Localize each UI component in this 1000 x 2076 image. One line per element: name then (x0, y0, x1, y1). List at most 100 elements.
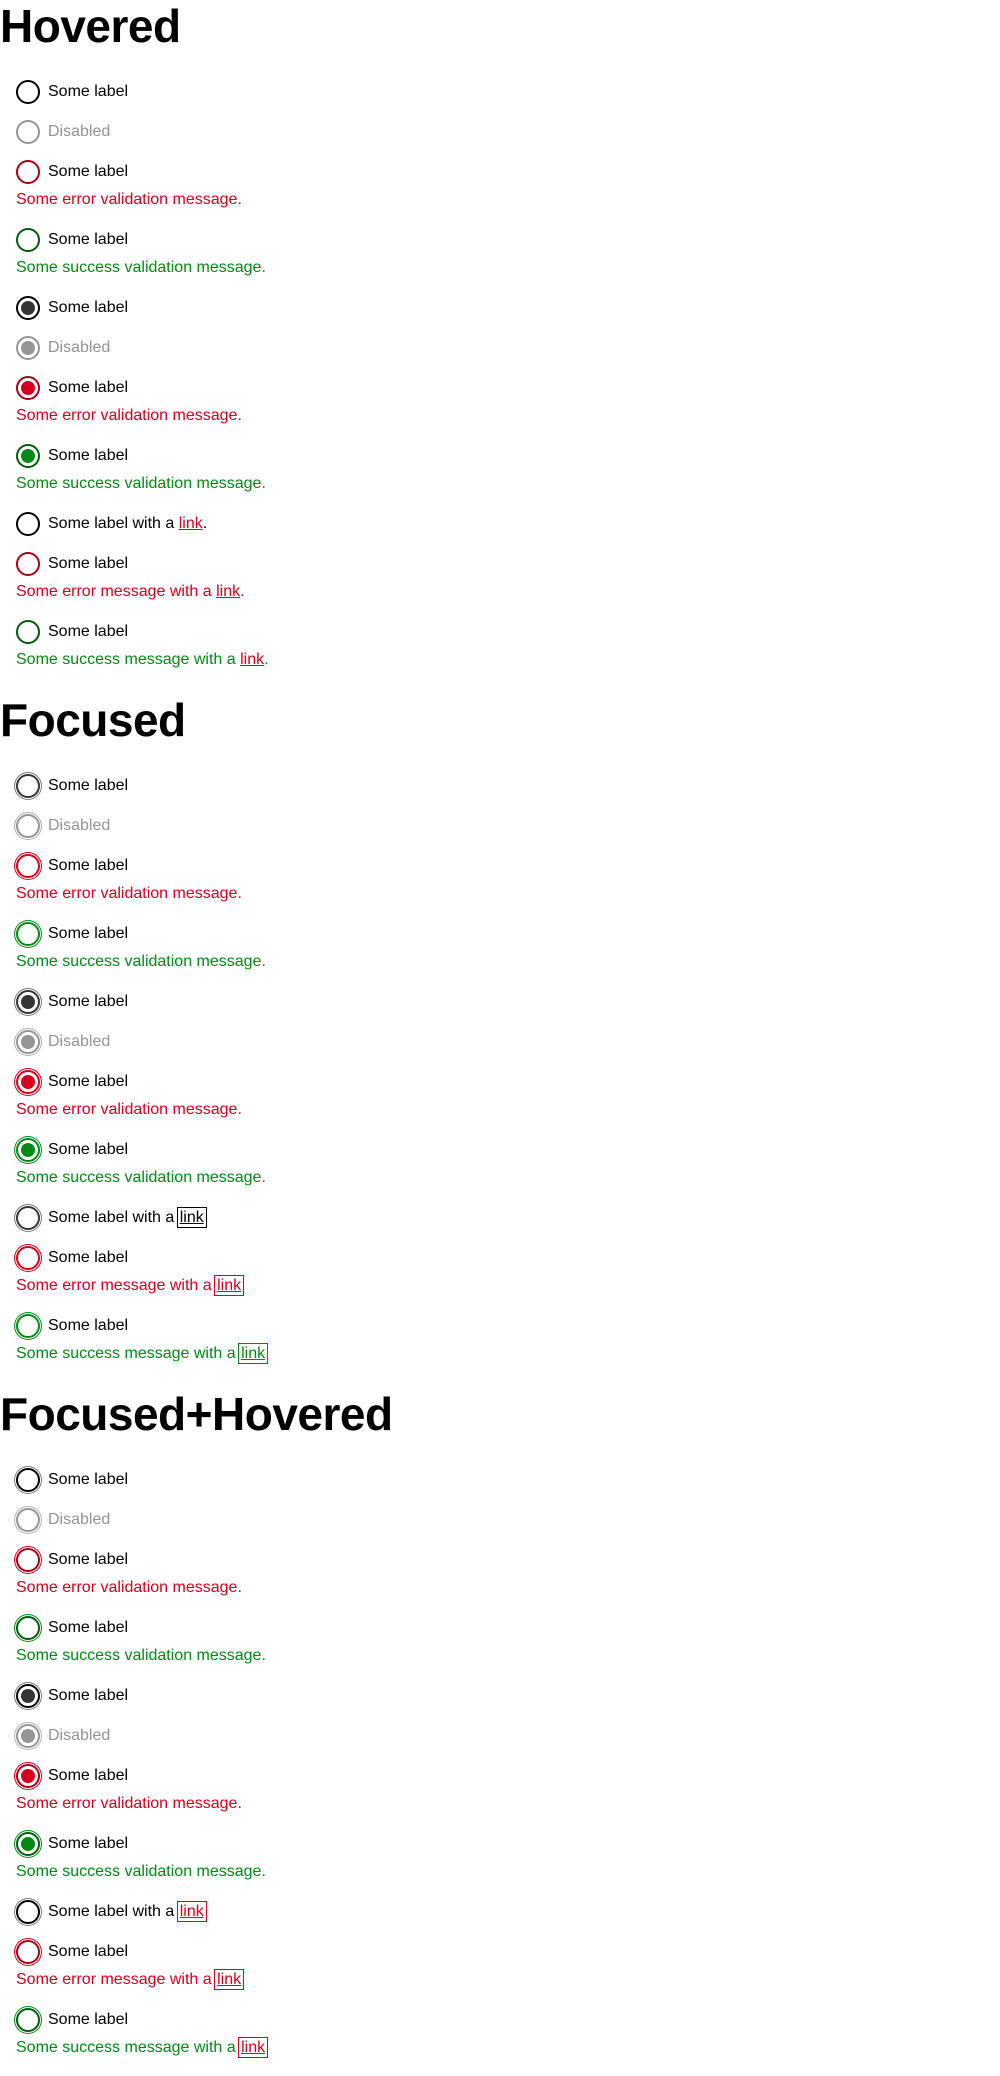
inline-link[interactable]: link (214, 1969, 245, 1990)
radio-button[interactable] (16, 444, 40, 468)
radio-button[interactable] (16, 1070, 40, 1094)
radio-label: Some label (48, 993, 129, 1010)
radio-button[interactable] (16, 296, 40, 320)
radio-button[interactable] (16, 552, 40, 576)
radio-label: Disabled (48, 123, 111, 140)
radio-row-with-link[interactable]: Some label with a link (16, 1206, 1000, 1230)
radio-row-success-link[interactable]: Some label (16, 620, 1000, 644)
radio-label: Some label (48, 231, 129, 248)
success-message: Some success message with a link. (16, 648, 1000, 672)
section-focused: Focused Some label Disabled Some label S… (0, 694, 1000, 1366)
radio-label: Some label with a link (48, 1206, 207, 1230)
radio-row[interactable]: Some label (16, 80, 1000, 104)
radio-row-with-link[interactable]: Some label with a link (16, 1900, 1000, 1924)
radio-button[interactable] (16, 620, 40, 644)
radio-row[interactable]: Some label (16, 1468, 1000, 1492)
radio-button[interactable] (16, 1206, 40, 1230)
inline-link[interactable]: link (216, 583, 240, 600)
error-message: Some error validation message. (16, 407, 242, 424)
radio-label: Some label (48, 379, 129, 396)
message-text: Some success message with a (16, 651, 241, 668)
radio-row-checked-error[interactable]: Some label (16, 1764, 1000, 1788)
label-text: Some label with a (48, 1209, 179, 1226)
radio-row-checked[interactable]: Some label (16, 990, 1000, 1014)
radio-row-checked-success[interactable]: Some label (16, 1138, 1000, 1162)
error-message: Some error message with a link (16, 1968, 1000, 1992)
radio-row-checked[interactable]: Some label (16, 1684, 1000, 1708)
radio-button[interactable] (16, 1900, 40, 1924)
radio-label: Some label (48, 1471, 129, 1488)
message-text: Some error message with a (16, 1971, 217, 1988)
radio-label: Disabled (48, 1033, 111, 1050)
period: . (202, 515, 208, 532)
inline-link[interactable]: link (179, 515, 203, 532)
radio-button[interactable] (16, 1832, 40, 1856)
radio-button[interactable] (16, 1684, 40, 1708)
error-message: Some error validation message. (16, 1795, 242, 1812)
radio-button (16, 1724, 40, 1748)
inline-link[interactable]: link (176, 1207, 207, 1228)
radio-row-success[interactable]: Some label (16, 228, 1000, 252)
success-message: Some success validation message. (16, 1863, 266, 1880)
radio-button[interactable] (16, 774, 40, 798)
radio-button[interactable] (16, 2008, 40, 2032)
radio-button[interactable] (16, 160, 40, 184)
radio-button[interactable] (16, 1548, 40, 1572)
inline-link[interactable]: link (214, 1275, 245, 1296)
radio-row-success[interactable]: Some label (16, 1616, 1000, 1640)
radio-label: Some label (48, 299, 129, 316)
message-text: Some success message with a (16, 2039, 241, 2056)
section-hovered: Hovered Some label Disabled Some label S… (0, 0, 1000, 672)
radio-row-error-link[interactable]: Some label (16, 552, 1000, 576)
radio-row-error[interactable]: Some label (16, 854, 1000, 878)
radio-row-checked[interactable]: Some label (16, 296, 1000, 320)
radio-row-with-link[interactable]: Some label with a link. (16, 512, 1000, 536)
radio-button[interactable] (16, 1468, 40, 1492)
error-message: Some error message with a link (16, 1274, 1000, 1298)
radio-row-success[interactable]: Some label (16, 922, 1000, 946)
radio-label: Some label (48, 1317, 129, 1334)
radio-button[interactable] (16, 990, 40, 1014)
radio-button[interactable] (16, 1616, 40, 1640)
success-message: Some success message with a link (16, 1342, 1000, 1366)
radio-label: Some label (48, 447, 129, 464)
radio-row-error[interactable]: Some label (16, 160, 1000, 184)
radio-button[interactable] (16, 1314, 40, 1338)
radio-button[interactable] (16, 80, 40, 104)
inline-link[interactable]: link (176, 1901, 207, 1922)
radio-row-error-link[interactable]: Some label (16, 1246, 1000, 1270)
radio-row-checked-error[interactable]: Some label (16, 376, 1000, 400)
message-text: Some success message with a (16, 1345, 241, 1362)
inline-link[interactable]: link (238, 2037, 269, 2058)
radio-button[interactable] (16, 1940, 40, 1964)
inline-link[interactable]: link (240, 651, 264, 668)
radio-row-success-link[interactable]: Some label (16, 2008, 1000, 2032)
radio-button[interactable] (16, 1246, 40, 1270)
radio-label: Some label (48, 777, 129, 794)
radio-row-success-link[interactable]: Some label (16, 1314, 1000, 1338)
radio-button[interactable] (16, 228, 40, 252)
success-message: Some success validation message. (16, 259, 266, 276)
radio-row-checked-success[interactable]: Some label (16, 1832, 1000, 1856)
radio-label: Some label (48, 163, 129, 180)
radio-button[interactable] (16, 854, 40, 878)
radio-button[interactable] (16, 512, 40, 536)
radio-row-error[interactable]: Some label (16, 1548, 1000, 1572)
radio-button[interactable] (16, 1138, 40, 1162)
radio-button[interactable] (16, 922, 40, 946)
success-message: Some success validation message. (16, 1169, 266, 1186)
radio-row[interactable]: Some label (16, 774, 1000, 798)
inline-link[interactable]: link (238, 1343, 269, 1364)
radio-label: Some label (48, 1943, 129, 1960)
radio-row-error-link[interactable]: Some label (16, 1940, 1000, 1964)
section-title: Hovered (0, 0, 181, 52)
error-message: Some error message with a link. (16, 580, 1000, 604)
radio-label: Some label with a link. (48, 512, 207, 536)
section-focused-hovered: Focused+Hovered Some label Disabled Some… (0, 1388, 1000, 2060)
radio-row-checked-success[interactable]: Some label (16, 444, 1000, 468)
message-text: Some error message with a (16, 583, 217, 600)
radio-row-checked-error[interactable]: Some label (16, 1070, 1000, 1094)
radio-button[interactable] (16, 376, 40, 400)
radio-button[interactable] (16, 1764, 40, 1788)
success-message: Some success validation message. (16, 475, 266, 492)
